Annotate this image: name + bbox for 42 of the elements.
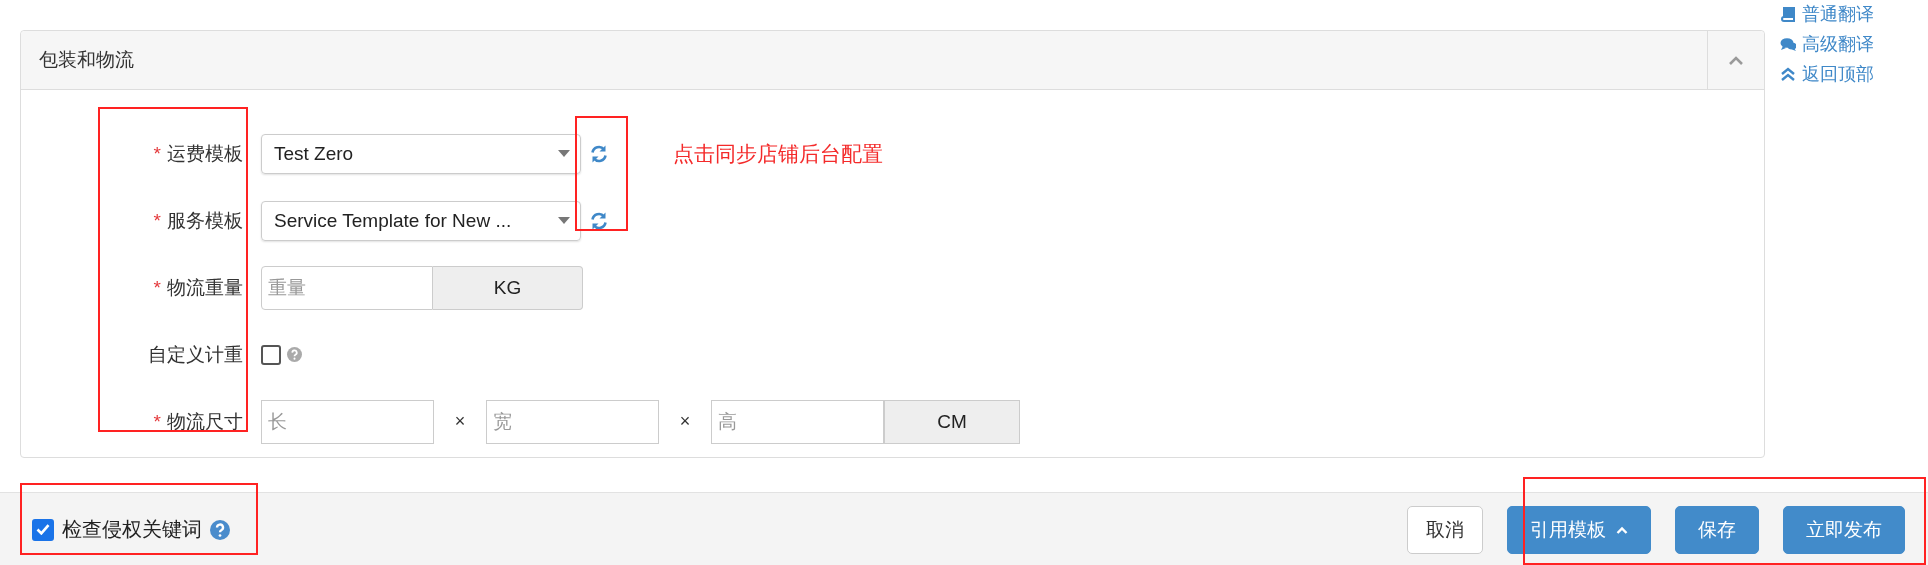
required-mark: * [153, 142, 161, 165]
unit-label: CM [884, 399, 1020, 444]
required-mark: * [153, 410, 161, 433]
input-field[interactable]: 重量 [261, 265, 433, 310]
unit-label: KG [433, 265, 583, 310]
check-icon [36, 524, 50, 535]
annotation-text: 点击同步店铺后台配置 [673, 140, 883, 167]
speech-bubbles-icon [1780, 36, 1796, 52]
required-mark: * [153, 209, 161, 232]
checkbox[interactable] [32, 518, 54, 541]
input-field[interactable]: 宽 [486, 399, 659, 444]
side-link[interactable]: 返回顶部 [1780, 62, 1874, 86]
button[interactable]: 立即发布 [1783, 505, 1905, 554]
field-label: 物流尺寸 [167, 409, 243, 434]
checkbox-label: 检查侵权关键词 [62, 517, 202, 542]
input-field[interactable]: 长 [261, 399, 434, 444]
dropdown[interactable]: Service Template for New ... [261, 200, 581, 241]
field-label: 物流重量 [167, 275, 243, 300]
side-link[interactable]: 高级翻译 [1780, 32, 1874, 56]
refresh-icon[interactable] [589, 143, 609, 164]
book-icon [1780, 6, 1796, 22]
chevron-up-icon [1728, 55, 1744, 65]
field-label: 自定义计重 [148, 342, 243, 367]
caret-down-icon [558, 150, 570, 157]
side-link[interactable]: 普通翻译 [1780, 2, 1874, 26]
input-field[interactable]: 高 [711, 399, 884, 444]
times-sign: × [678, 411, 692, 432]
times-sign: × [453, 411, 467, 432]
button[interactable]: 引用模板 [1507, 505, 1651, 554]
button[interactable]: 取消 [1407, 505, 1483, 554]
checkbox[interactable] [261, 344, 281, 365]
help-icon [210, 519, 230, 540]
button[interactable]: 保存 [1675, 505, 1759, 554]
refresh-icon[interactable] [589, 210, 609, 231]
panel-title: 包装和物流 [38, 48, 134, 72]
double-chevron-up-icon [1780, 66, 1796, 82]
required-mark: * [153, 276, 161, 299]
dropdown[interactable]: Test Zero [261, 133, 581, 174]
help-icon [287, 347, 302, 362]
field-label: 运费模板 [167, 141, 243, 166]
caret-down-icon [558, 217, 570, 224]
field-label: 服务模板 [167, 208, 243, 233]
